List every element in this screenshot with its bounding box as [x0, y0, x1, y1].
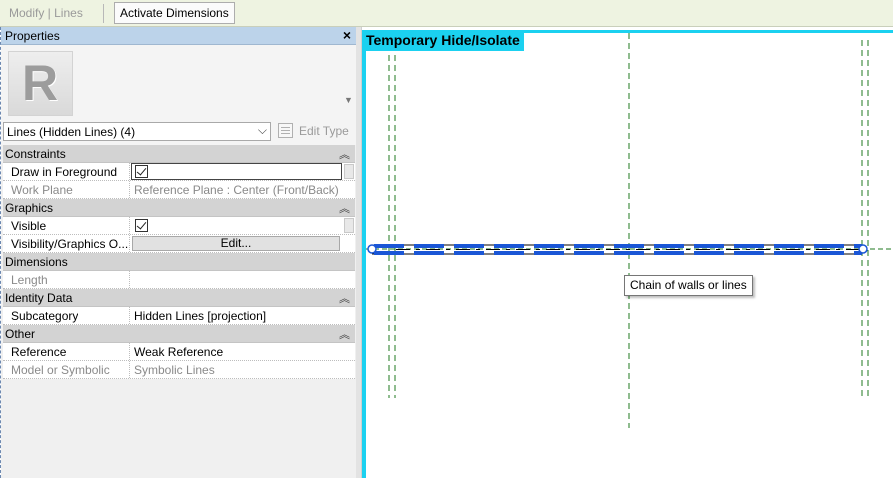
drag-end-grip-left [367, 244, 377, 254]
drag-end-grip-right [858, 244, 868, 254]
drawing-geometry [366, 33, 893, 428]
selection-tooltip: Chain of walls or lines [624, 275, 753, 296]
temporary-hide-isolate-label: Temporary Hide/Isolate [362, 30, 524, 51]
